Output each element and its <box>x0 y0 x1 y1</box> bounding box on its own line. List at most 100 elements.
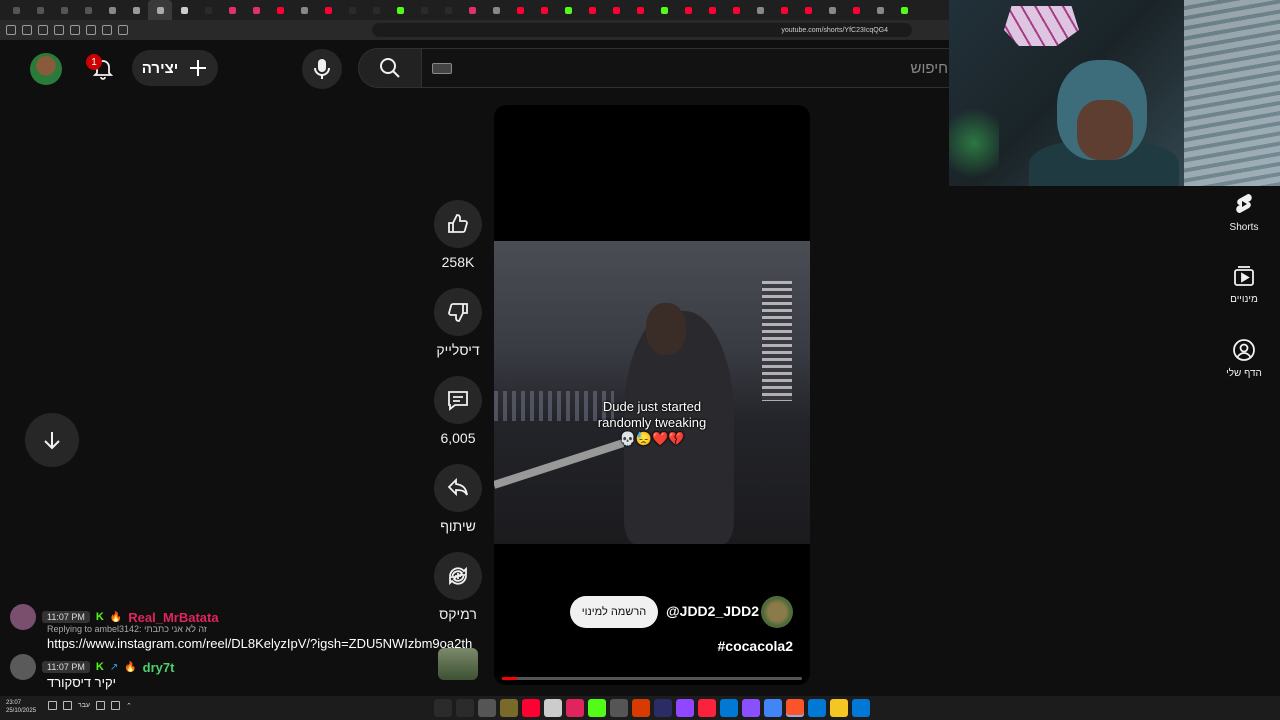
taskbar-app-icon[interactable] <box>434 699 452 717</box>
browser-tab[interactable] <box>412 0 436 20</box>
taskbar-app-icon[interactable] <box>522 699 540 717</box>
browser-tab[interactable] <box>652 0 676 20</box>
browser-tab[interactable] <box>892 0 916 20</box>
video-frame[interactable] <box>494 241 810 544</box>
progress-bar[interactable] <box>502 677 802 680</box>
browser-tab[interactable] <box>316 0 340 20</box>
browser-tab[interactable] <box>196 0 220 20</box>
tray-app-icon[interactable] <box>96 701 106 710</box>
browser-tab[interactable] <box>724 0 748 20</box>
channel-avatar[interactable] <box>761 596 793 628</box>
browser-tab[interactable] <box>244 0 268 20</box>
browser-tab[interactable] <box>388 0 412 20</box>
browser-tab[interactable] <box>364 0 388 20</box>
search-input[interactable] <box>421 48 961 88</box>
sidebar-icon[interactable] <box>54 25 64 35</box>
browser-tab[interactable] <box>748 0 772 20</box>
browser-tab[interactable] <box>4 0 28 20</box>
screenshot-icon[interactable] <box>102 25 112 35</box>
taskbar-app-icon[interactable] <box>500 699 518 717</box>
shorts-player[interactable]: Dude just started randomly tweaking 💀😓❤️… <box>494 105 810 685</box>
subscribe-button[interactable]: הרשמה למינוי <box>570 596 658 628</box>
network-icon[interactable] <box>63 701 72 710</box>
browser-tab[interactable] <box>700 0 724 20</box>
browser-tab[interactable] <box>340 0 364 20</box>
browser-tab[interactable] <box>76 0 100 20</box>
browser-tab[interactable] <box>580 0 604 20</box>
keyboard-icon[interactable] <box>432 63 452 74</box>
comment-count: 6,005 <box>440 430 476 446</box>
browser-tab[interactable] <box>844 0 868 20</box>
sidebar-item-shorts[interactable]: Shorts <box>1210 192 1278 233</box>
browser-tab[interactable] <box>100 0 124 20</box>
taskbar-app-icon[interactable] <box>830 699 848 717</box>
volume-icon[interactable] <box>48 701 57 710</box>
hashtag-link[interactable]: #cocacola2 <box>718 638 794 654</box>
browser-tab[interactable] <box>772 0 796 20</box>
taskbar-app-icon[interactable] <box>808 699 826 717</box>
taskbar-app-icon[interactable] <box>698 699 716 717</box>
taskbar-app-icon[interactable] <box>786 699 804 717</box>
browser-tab[interactable] <box>604 0 628 20</box>
browser-tab[interactable] <box>124 0 148 20</box>
building <box>762 281 792 401</box>
taskbar-app-icon[interactable] <box>588 699 606 717</box>
taskbar-app-icon[interactable] <box>610 699 628 717</box>
user-avatar[interactable] <box>30 53 62 85</box>
browser-tab[interactable] <box>484 0 508 20</box>
taskbar-app-icon[interactable] <box>742 699 760 717</box>
tab-favicon-icon <box>804 6 812 14</box>
browser-tab[interactable] <box>556 0 580 20</box>
bookmark-icon[interactable] <box>70 25 80 35</box>
browser-tab[interactable] <box>532 0 556 20</box>
comments-button[interactable] <box>434 376 482 424</box>
remix-button[interactable] <box>434 552 482 600</box>
taskbar-app-icon[interactable] <box>720 699 738 717</box>
browser-tab[interactable] <box>268 0 292 20</box>
shield-icon[interactable] <box>22 25 32 35</box>
like-button[interactable] <box>434 200 482 248</box>
browser-tab[interactable] <box>28 0 52 20</box>
browser-tab[interactable] <box>868 0 892 20</box>
browser-tab[interactable] <box>172 0 196 20</box>
taskbar-app-icon[interactable] <box>544 699 562 717</box>
create-button[interactable]: יצירה <box>132 50 218 86</box>
next-short-button[interactable] <box>25 413 79 467</box>
browser-tab[interactable] <box>820 0 844 20</box>
taskbar-app-icon[interactable] <box>566 699 584 717</box>
sidebar-item-you[interactable]: הדף שלי <box>1210 338 1278 379</box>
browser-tab[interactable] <box>796 0 820 20</box>
dislike-button[interactable] <box>434 288 482 336</box>
browser-tab[interactable] <box>460 0 484 20</box>
onedrive-icon[interactable] <box>111 701 121 710</box>
browser-tab[interactable] <box>220 0 244 20</box>
share-button[interactable] <box>434 464 482 512</box>
taskbar-app-icon[interactable] <box>676 699 694 717</box>
extension-icon[interactable] <box>38 25 48 35</box>
taskbar-clock[interactable]: 23:07 25/10/2025 <box>6 699 36 715</box>
wallet-icon[interactable] <box>118 25 128 35</box>
browser-tab[interactable] <box>628 0 652 20</box>
menu-icon[interactable] <box>6 25 16 35</box>
browser-tab[interactable] <box>676 0 700 20</box>
browser-tab[interactable] <box>508 0 532 20</box>
browser-tab[interactable] <box>436 0 460 20</box>
music-icon[interactable] <box>86 25 96 35</box>
taskbar-app-icon[interactable] <box>456 699 474 717</box>
taskbar-app-icon[interactable] <box>764 699 782 717</box>
language-indicator[interactable]: עבר <box>78 702 90 709</box>
channel-handle[interactable]: @JDD2_JDD2 <box>666 603 759 619</box>
taskbar-app-icon[interactable] <box>632 699 650 717</box>
voice-search-button[interactable] <box>302 49 342 89</box>
chevron-up-icon[interactable]: ⌃ <box>126 702 132 710</box>
browser-tab[interactable] <box>292 0 316 20</box>
url-field[interactable]: youtube.com/shorts/YfC23IcqQG4 <box>372 23 912 37</box>
browser-tab[interactable] <box>52 0 76 20</box>
sidebar-item-subscriptions[interactable]: מינויים <box>1210 264 1278 305</box>
taskbar-app-icon[interactable] <box>654 699 672 717</box>
search-button[interactable] <box>358 48 422 88</box>
taskbar-app-icon[interactable] <box>852 699 870 717</box>
tab-favicon-icon <box>420 6 428 14</box>
browser-tab[interactable] <box>148 0 172 20</box>
taskbar-app-icon[interactable] <box>478 699 496 717</box>
